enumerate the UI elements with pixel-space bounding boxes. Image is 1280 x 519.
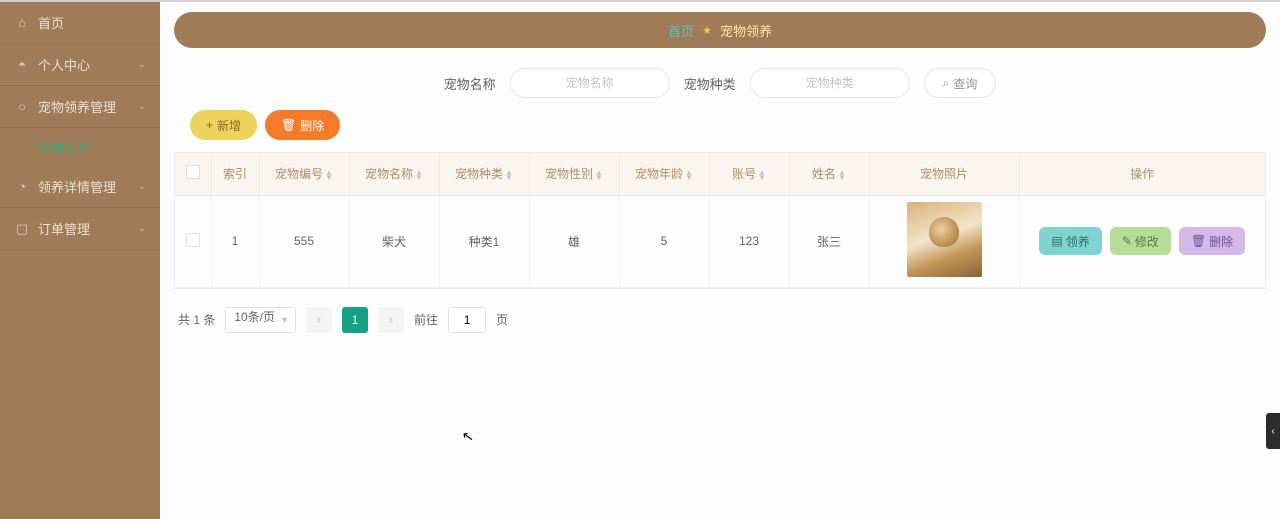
pagination: 共 1 条 10条/页 ▼ ‹ 1 › 前往 页: [174, 301, 1266, 339]
table-header-row: 索引 宠物编号▲▼ 宠物名称▲▼ 宠物种类▲▼ 宠物性别▲▼ 宠物年龄▲▼ 账号…: [175, 153, 1265, 195]
data-table: 索引 宠物编号▲▼ 宠物名称▲▼ 宠物种类▲▼ 宠物性别▲▼ 宠物年龄▲▼ 账号…: [174, 152, 1266, 289]
cell-index: 1: [211, 195, 259, 287]
col-account[interactable]: 账号▲▼: [709, 153, 789, 195]
cell-age: 5: [619, 195, 709, 287]
col-name[interactable]: 宠物名称▲▼: [349, 153, 439, 195]
star-icon: ★: [702, 24, 712, 37]
sort-icon: ▲▼: [415, 170, 423, 180]
sort-icon: ▲▼: [685, 170, 693, 180]
col-user[interactable]: 姓名▲▼: [789, 153, 869, 195]
page-number-current[interactable]: 1: [342, 307, 368, 333]
action-bar: + 新增 🗑 删除: [174, 110, 1266, 140]
query-button[interactable]: ⌕ 查询: [924, 68, 997, 98]
delete-button-label: 删除: [300, 117, 324, 134]
sidebar-item-label: 宠物领养: [38, 138, 90, 157]
query-button-label: 查询: [953, 75, 977, 92]
jump-suffix: 页: [496, 311, 508, 328]
sort-icon: ▲▼: [838, 170, 846, 180]
chevron-down-icon: ⌄: [138, 59, 146, 70]
col-actions: 操作: [1019, 153, 1265, 195]
breadcrumb-home[interactable]: 首页: [668, 21, 694, 40]
sidebar-item-label: 个人中心: [38, 55, 90, 74]
filter-bar: 宠物名称 宠物种类 ⌕ 查询: [174, 68, 1266, 98]
sidebar: ⌂ 首页 ◓ 个人中心 ⌄ ○ 宠物领养管理 ⌄ 宠物领养 ◔ 领养详情管理 ⌄…: [0, 2, 160, 519]
col-type[interactable]: 宠物种类▲▼: [439, 153, 529, 195]
col-index[interactable]: 索引: [211, 153, 259, 195]
chevron-down-icon: ▼: [280, 315, 289, 325]
edit-icon: ✎: [1122, 234, 1132, 248]
page-jump-input[interactable]: [448, 307, 486, 333]
row-delete-button[interactable]: 🗑 删除: [1179, 227, 1245, 255]
col-photo: 宠物照片: [869, 153, 1019, 195]
pagination-total: 共 1 条: [178, 311, 215, 328]
flag-icon: ▢: [14, 221, 30, 237]
trash-icon: 🗑: [281, 118, 296, 132]
sidebar-item-label: 首页: [38, 13, 64, 32]
plus-icon: +: [206, 118, 213, 132]
sidebar-item-label: 订单管理: [38, 219, 90, 238]
drawer-handle[interactable]: ‹: [1266, 413, 1280, 449]
cell-type: 种类1: [439, 195, 529, 287]
cell-account: 123: [709, 195, 789, 287]
cell-code: 555: [259, 195, 349, 287]
thumb-icon: ◔: [14, 179, 30, 194]
col-checkbox[interactable]: [175, 153, 211, 195]
filter-name-input[interactable]: [510, 68, 670, 98]
breadcrumb-current: 宠物领养: [720, 21, 772, 40]
sidebar-item-profile[interactable]: ◓ 个人中心 ⌄: [0, 44, 160, 86]
user-icon: ◓: [14, 57, 30, 72]
delete-button[interactable]: 🗑 删除: [265, 110, 340, 140]
jump-prefix: 前往: [414, 311, 438, 328]
sidebar-item-adopt-mgmt[interactable]: ○ 宠物领养管理 ⌄: [0, 86, 160, 128]
page-size-select[interactable]: 10条/页 ▼: [225, 307, 296, 333]
cell-user: 张三: [789, 195, 869, 287]
sort-icon: ▲▼: [325, 170, 333, 180]
col-sex[interactable]: 宠物性别▲▼: [529, 153, 619, 195]
page-prev-button[interactable]: ‹: [306, 307, 332, 333]
cell-checkbox[interactable]: [175, 195, 211, 287]
cell-name: 柴犬: [349, 195, 439, 287]
breadcrumb: 首页 ★ 宠物领养: [174, 12, 1266, 48]
pet-photo[interactable]: [907, 202, 982, 277]
col-age[interactable]: 宠物年龄▲▼: [619, 153, 709, 195]
row-adopt-button[interactable]: ▤ 领养: [1039, 227, 1101, 255]
sort-icon: ▲▼: [505, 170, 513, 180]
sidebar-item-home[interactable]: ⌂ 首页: [0, 2, 160, 44]
chevron-down-icon: ⌄: [138, 101, 146, 112]
trash-icon: 🗑: [1191, 234, 1206, 248]
cell-actions: ▤ 领养 ✎ 修改 🗑 删除: [1019, 195, 1265, 287]
main-content: 首页 ★ 宠物领养 宠物名称 宠物种类 ⌕ 查询 + 新增 🗑 删除: [160, 2, 1280, 519]
sort-icon: ▲▼: [595, 170, 603, 180]
col-code[interactable]: 宠物编号▲▼: [259, 153, 349, 195]
list-icon: ▤: [1051, 234, 1062, 248]
add-button-label: 新增: [217, 117, 241, 134]
page-next-button[interactable]: ›: [378, 307, 404, 333]
sidebar-subitem-adopt[interactable]: 宠物领养: [0, 128, 160, 166]
filter-name-label: 宠物名称: [444, 74, 496, 93]
sort-icon: ▲▼: [758, 170, 766, 180]
table-row: 1 555 柴犬 种类1 雄 5 123 张三 ▤: [175, 195, 1265, 287]
filter-type-input[interactable]: [750, 68, 910, 98]
sidebar-item-label: 领养详情管理: [38, 177, 116, 196]
sidebar-item-order-mgmt[interactable]: ▢ 订单管理 ⌄: [0, 208, 160, 250]
chevron-down-icon: ⌄: [138, 223, 146, 234]
cell-sex: 雄: [529, 195, 619, 287]
chevron-down-icon: ⌄: [138, 181, 146, 192]
home-icon: ⌂: [14, 15, 30, 30]
filter-type-label: 宠物种类: [684, 74, 736, 93]
sidebar-item-label: 宠物领养管理: [38, 97, 116, 116]
row-edit-button[interactable]: ✎ 修改: [1110, 227, 1171, 255]
paw-icon: ○: [14, 99, 30, 114]
cell-photo: [869, 195, 1019, 287]
add-button[interactable]: + 新增: [190, 110, 257, 140]
sidebar-item-detail-mgmt[interactable]: ◔ 领养详情管理 ⌄: [0, 166, 160, 208]
search-icon: ⌕: [943, 76, 950, 91]
